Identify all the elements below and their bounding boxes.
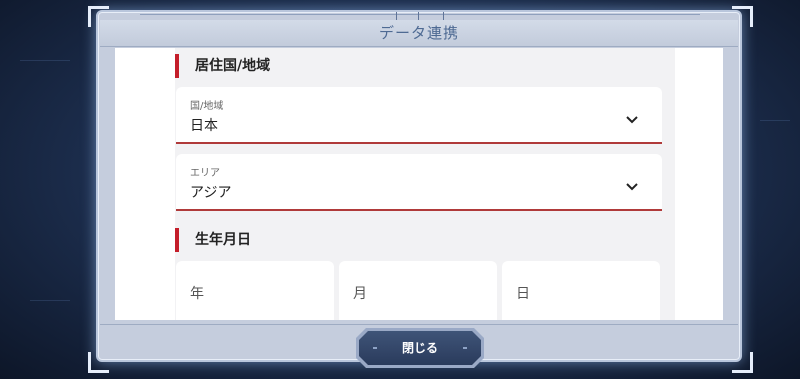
dialog-content[interactable]: 居住国/地域 国/地域 日本 エリア アジア 生年月日 年 月 日 [115, 48, 723, 320]
country-select[interactable]: 国/地域 日本 [176, 87, 662, 144]
frame-corner [732, 352, 753, 373]
profile-form: 居住国/地域 国/地域 日本 エリア アジア 生年月日 年 月 日 [175, 48, 675, 320]
frame-bottom-line [100, 324, 738, 325]
birth-month-field[interactable]: 月 [339, 261, 497, 320]
background-decoration [760, 120, 790, 121]
birth-day-placeholder: 日 [516, 286, 530, 302]
frame-corner [88, 352, 109, 373]
area-value: アジア [190, 185, 232, 201]
close-button[interactable]: 閉じる [359, 331, 481, 365]
background-decoration [30, 300, 70, 301]
birth-year-placeholder: 年 [190, 286, 204, 302]
country-value: 日本 [190, 118, 218, 134]
dialog-title: データ連携 [378, 24, 459, 42]
dialog-titlebar: データ連携 [100, 20, 738, 47]
section-title-birthdate: 生年月日 [175, 228, 251, 252]
area-select[interactable]: エリア アジア [176, 154, 662, 211]
birth-month-placeholder: 月 [353, 286, 367, 302]
chevron-down-icon [626, 109, 638, 124]
country-label: 国/地域 [190, 101, 224, 112]
close-button-frame: 閉じる [356, 328, 484, 368]
chevron-down-icon [626, 176, 638, 191]
background-decoration [20, 60, 70, 61]
birth-day-field[interactable]: 日 [502, 261, 660, 320]
section-title-residence: 居住国/地域 [175, 54, 270, 78]
frame-crosshair [396, 12, 444, 20]
area-label: エリア [190, 168, 220, 179]
birth-year-field[interactable]: 年 [176, 261, 334, 320]
